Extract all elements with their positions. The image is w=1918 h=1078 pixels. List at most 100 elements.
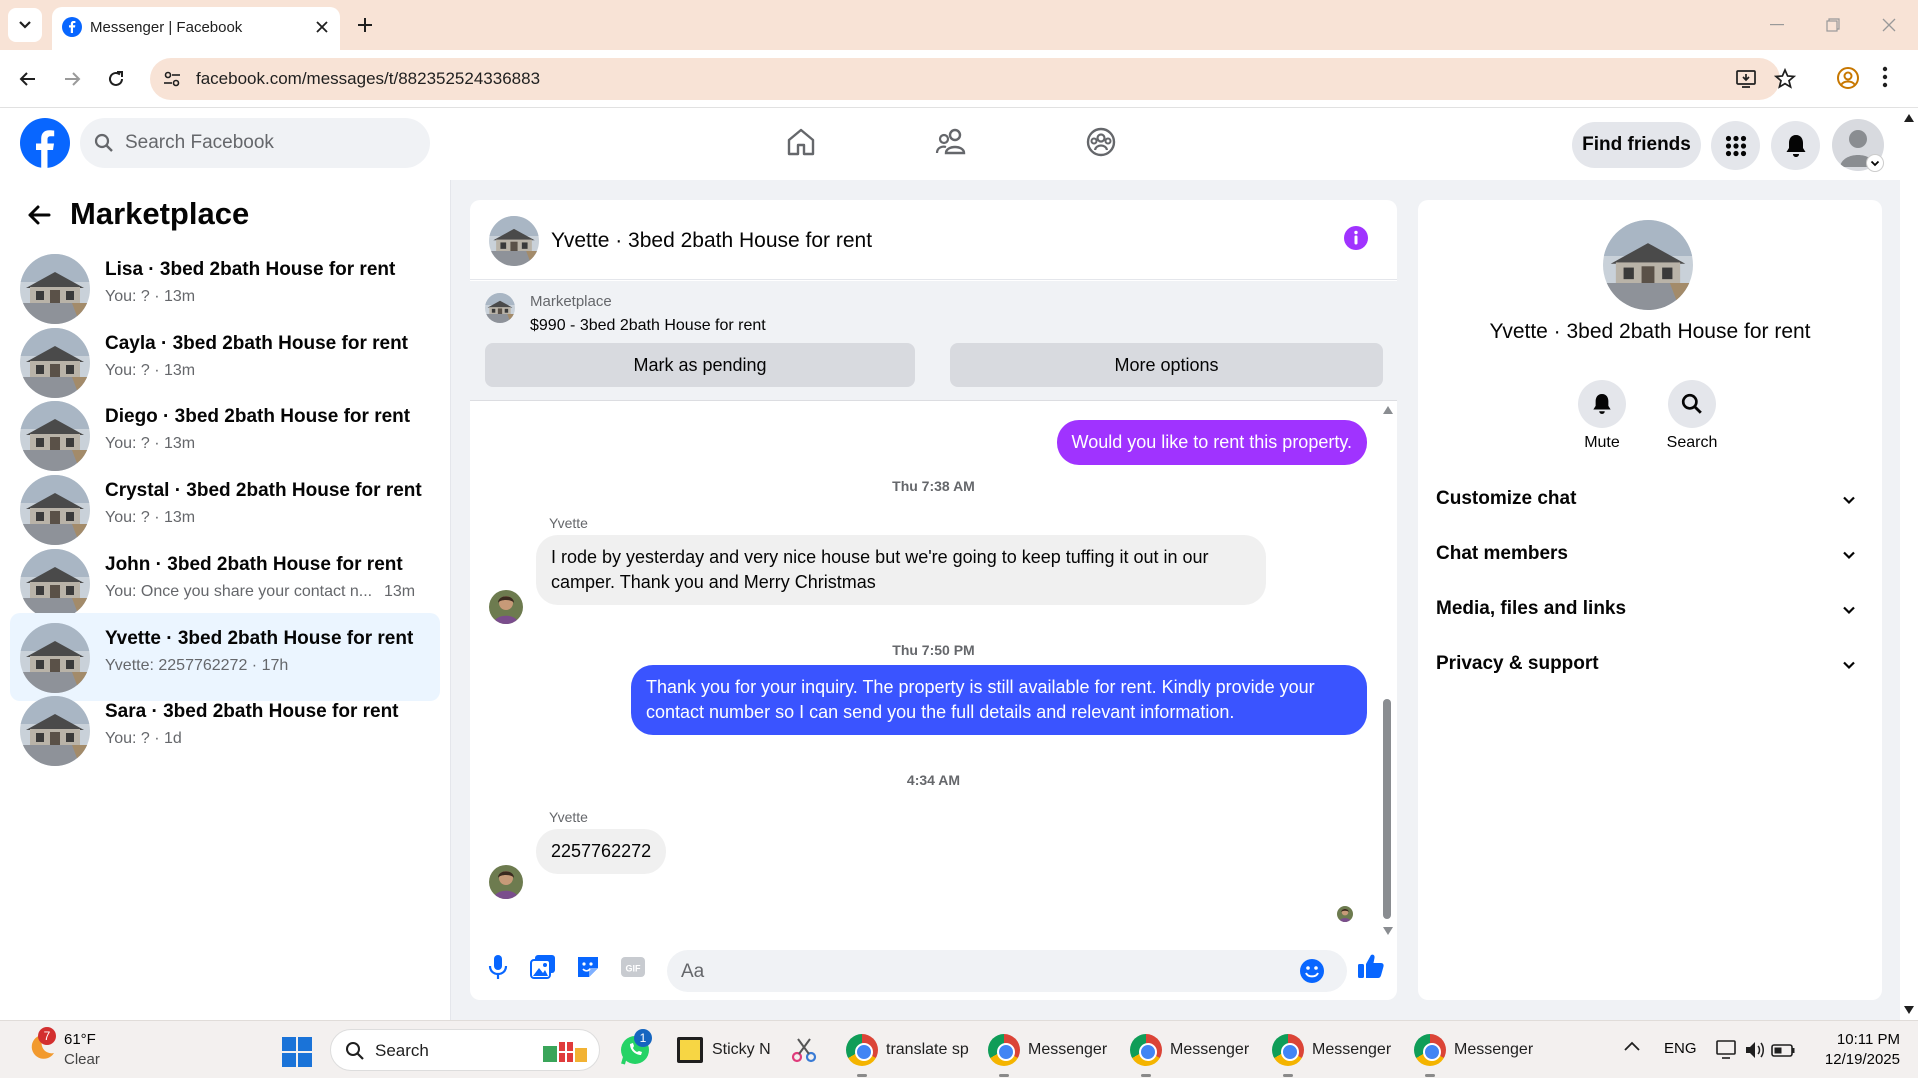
clock-date[interactable]: 12/19/2025 [1810,1051,1900,1068]
facebook-favicon-icon [62,17,82,37]
browser-tab[interactable]: Messenger | Facebook [52,7,340,50]
sticker-icon[interactable] [575,954,601,980]
clock-time[interactable]: 10:11 PM [1810,1031,1900,1048]
conversation-avatar[interactable] [20,622,90,693]
taskbar-app-messenger[interactable]: Messenger [988,1030,1107,1070]
emoji-icon[interactable] [1299,958,1325,984]
conversation-avatar[interactable] [20,254,90,324]
reload-icon[interactable] [100,63,132,95]
mark-as-pending-button[interactable]: Mark as pending [485,343,915,387]
profile-icon[interactable] [1836,66,1860,90]
photo-attach-icon[interactable] [530,954,556,980]
yvette-avatar[interactable] [489,865,523,899]
chat-title[interactable]: Yvette · 3bed 2bath House for rent [551,229,872,253]
gif-icon[interactable]: GIF [620,954,646,980]
info-section-customize-chat[interactable]: Customize chat [1436,478,1866,522]
incoming-message[interactable]: I rode by yesterday and very nice house … [536,535,1266,605]
taskbar-search-box[interactable]: Search [330,1029,600,1071]
groups-icon[interactable] [1085,126,1117,158]
conversation-avatar[interactable] [20,696,90,767]
facebook-search-input[interactable]: Search Facebook [80,118,430,168]
conversation-avatar[interactable] [20,548,90,619]
tab-search-button[interactable] [8,8,42,42]
friends-icon[interactable] [935,126,969,158]
incoming-message[interactable]: 2257762272 [536,829,667,874]
conversation-avatar[interactable] [20,327,90,398]
more-options-button[interactable]: More options [950,343,1383,387]
taskbar-app-sticky-notes[interactable]: Sticky N [676,1030,771,1070]
gift-icon [541,1038,589,1064]
chrome-icon [1272,1034,1304,1066]
taskbar-app-translate[interactable]: translate sp [846,1030,969,1070]
weather-description[interactable]: Clear [64,1051,100,1068]
conversation-snippet: Yvette: 2257762272 · 17h [105,656,289,674]
page-scroll-down-icon[interactable] [1904,1006,1914,1014]
yvette-avatar[interactable] [489,590,523,624]
menu-grid-icon[interactable] [1711,121,1760,170]
outgoing-message[interactable]: Thank you for your inquiry. The property… [631,665,1367,735]
running-indicator [857,1074,867,1077]
microphone-icon[interactable] [488,954,508,980]
conversation-name: Cayla · 3bed 2bath House for rent [105,332,409,354]
browser-menu-icon[interactable] [1882,66,1888,88]
account-chevron-icon[interactable] [1866,154,1884,172]
chrome-icon [1130,1034,1162,1066]
mute-button[interactable] [1578,380,1626,428]
bookmark-star-icon[interactable] [1774,68,1796,90]
back-arrow-icon[interactable] [26,202,52,228]
snipping-tool-icon[interactable] [790,1030,818,1070]
facebook-logo-icon[interactable] [20,118,70,168]
chat-avatar[interactable] [489,216,539,266]
system-tray[interactable] [1716,1039,1796,1061]
scroll-up-icon[interactable] [1383,406,1393,414]
conversation-item[interactable]: Sara · 3bed 2bath House for rent You: ? ·… [10,686,440,774]
info-icon[interactable] [1343,225,1369,251]
sticky-notes-icon [677,1037,703,1063]
show-hidden-icons-chevron-icon[interactable] [1624,1041,1640,1051]
chat-header: Yvette · 3bed 2bath House for rent [470,200,1397,280]
close-tab-icon[interactable] [310,15,334,39]
weather-temperature[interactable]: 61°F [64,1031,96,1048]
windows-start-icon[interactable] [282,1037,312,1067]
info-section-chat-members[interactable]: Chat members [1436,533,1866,577]
taskbar-app-messenger[interactable]: Messenger [1272,1030,1391,1070]
outgoing-message[interactable]: Would you like to rent this property. [1056,420,1367,465]
scroll-down-icon[interactable] [1383,927,1393,935]
chat-scroll-thumb[interactable] [1383,699,1391,919]
notifications-bell-icon[interactable] [1771,121,1820,170]
conversation-avatar[interactable] [20,401,90,472]
section-label: Customize chat [1436,488,1577,509]
minimize-icon[interactable] [1762,10,1792,40]
taskbar-app-messenger[interactable]: Messenger [1414,1030,1533,1070]
message-input[interactable]: Aa [667,950,1347,992]
thumbs-up-icon[interactable] [1357,952,1385,980]
listing-price-title[interactable]: $990 - 3bed 2bath House for rent [530,317,766,335]
page-scroll-up-icon[interactable] [1904,114,1914,122]
input-language[interactable]: ENG [1664,1040,1697,1057]
forward-icon[interactable] [56,63,88,95]
listing-thumbnail[interactable] [485,293,515,323]
close-window-icon[interactable] [1874,10,1904,40]
gif-icon-label: GIF [626,964,642,974]
install-app-icon[interactable] [1735,68,1757,90]
home-icon[interactable] [785,126,817,158]
chrome-icon [1414,1034,1446,1066]
back-icon[interactable] [12,63,44,95]
conversation-avatar[interactable] [20,475,90,546]
conversation-avatar[interactable] [1603,220,1693,310]
url-text[interactable]: facebook.com/messages/t/882352524336883 [196,69,540,89]
address-bar[interactable]: facebook.com/messages/t/882352524336883 [150,58,1780,100]
page-scrollbar[interactable] [1900,108,1918,1020]
conversation-name: John · 3bed 2bath House for rent [105,553,403,575]
find-friends-button[interactable]: Find friends [1572,122,1701,168]
search-in-conversation-button[interactable] [1668,380,1716,428]
timestamp: Thu 7:38 AM [892,478,975,494]
taskbar-app-messenger[interactable]: Messenger [1130,1030,1249,1070]
info-section-privacy-support[interactable]: Privacy & support [1436,643,1866,687]
taskbar-app-label: Messenger [1312,1041,1392,1058]
restore-icon[interactable] [1818,10,1848,40]
site-settings-icon[interactable] [162,69,182,89]
info-section-media-files-and-links[interactable]: Media, files and links [1436,588,1866,632]
new-tab-icon[interactable] [352,12,378,38]
browser-toolbar: facebook.com/messages/t/882352524336883 [0,50,1918,108]
